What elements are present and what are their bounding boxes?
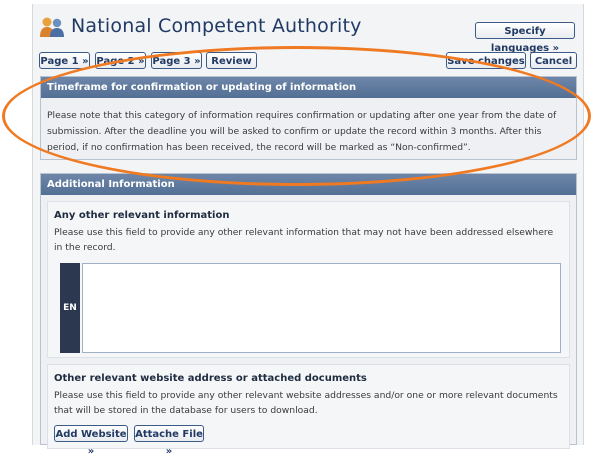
website-description: Please use this field to provide any oth…	[54, 390, 558, 416]
page-3-button[interactable]: Page 3 »	[151, 52, 202, 69]
other-info-textarea[interactable]	[82, 263, 561, 353]
attach-file-button[interactable]: Attache File »	[134, 425, 204, 457]
website-buttons: Add Website » Attache File »	[54, 422, 563, 457]
other-info-panel: Any other relevant information Please us…	[47, 201, 570, 358]
cancel-button[interactable]: Cancel	[530, 52, 577, 69]
specify-languages-button[interactable]: Specify languages »	[475, 22, 575, 54]
timeframe-heading: Timeframe for confirmation or updating o…	[41, 77, 576, 98]
other-info-title: Any other relevant information	[54, 210, 230, 221]
timeframe-section: Timeframe for confirmation or updating o…	[40, 76, 577, 160]
people-logo-icon	[40, 17, 64, 37]
language-tab-en[interactable]: EN	[60, 263, 80, 353]
website-panel: Other relevant website address or attach…	[47, 364, 570, 457]
timeframe-text: Please note that this category of inform…	[47, 110, 557, 153]
page-title: National Competent Authority	[71, 15, 362, 37]
website-title: Other relevant website address or attach…	[54, 373, 367, 384]
other-info-description: Please use this field to provide any oth…	[54, 227, 554, 253]
page-2-button[interactable]: Page 2 »	[95, 52, 146, 69]
review-button[interactable]: Review »	[206, 52, 257, 84]
header: National Competent Authority Specify lan…	[33, 4, 583, 54]
other-info-editor: EN	[60, 263, 561, 353]
page-1-button[interactable]: Page 1 »	[39, 52, 90, 69]
add-website-button[interactable]: Add Website »	[54, 425, 128, 457]
save-changes-button[interactable]: Save changes »	[446, 52, 526, 84]
additional-information-section: Additional Information Any other relevan…	[40, 173, 577, 457]
additional-information-heading: Additional Information	[41, 174, 576, 195]
page: National Competent Authority Specify lan…	[32, 4, 584, 457]
